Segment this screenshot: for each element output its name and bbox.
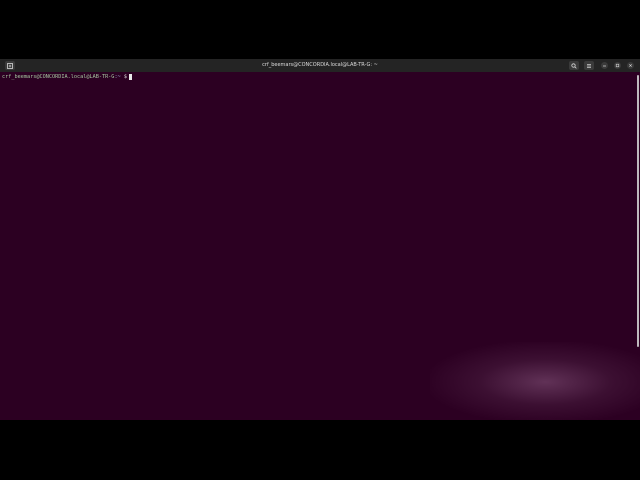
maximize-icon [615,63,620,68]
search-icon [571,62,577,69]
hamburger-menu-icon [587,63,591,68]
maximize-button[interactable] [614,62,621,69]
window-titlebar[interactable]: crf_beemars@CONCORDIA.local@LAB-TR-G: ~ [0,59,640,72]
new-tab-button[interactable] [5,61,15,70]
window-title: crf_beemars@CONCORDIA.local@LAB-TR-G: ~ [262,62,378,68]
minimize-button[interactable] [601,62,608,69]
screen-glare [430,342,640,420]
prompt-symbol: $ [123,74,127,80]
prompt-user-host: crf_beemars@CONCORDIA.local@LAB-TR-G [2,74,115,80]
prompt-path: :~ [114,74,121,80]
text-cursor [128,74,132,80]
minimize-icon [603,65,606,67]
close-icon [629,64,632,67]
terminal-area[interactable]: crf_beemars@CONCORDIA.local@LAB-TR-G:~ $ [0,72,640,420]
close-button[interactable] [627,62,634,69]
new-tab-icon [7,62,13,69]
search-button[interactable] [569,61,579,70]
desktop-screen: crf_beemars@CONCORDIA.local@LAB-TR-G: ~ [0,0,640,480]
menu-button[interactable] [584,61,594,70]
prompt-line: crf_beemars@CONCORDIA.local@LAB-TR-G:~ $ [2,73,132,81]
terminal-scrollbar[interactable] [637,75,639,347]
terminal-window: crf_beemars@CONCORDIA.local@LAB-TR-G: ~ [0,59,640,420]
